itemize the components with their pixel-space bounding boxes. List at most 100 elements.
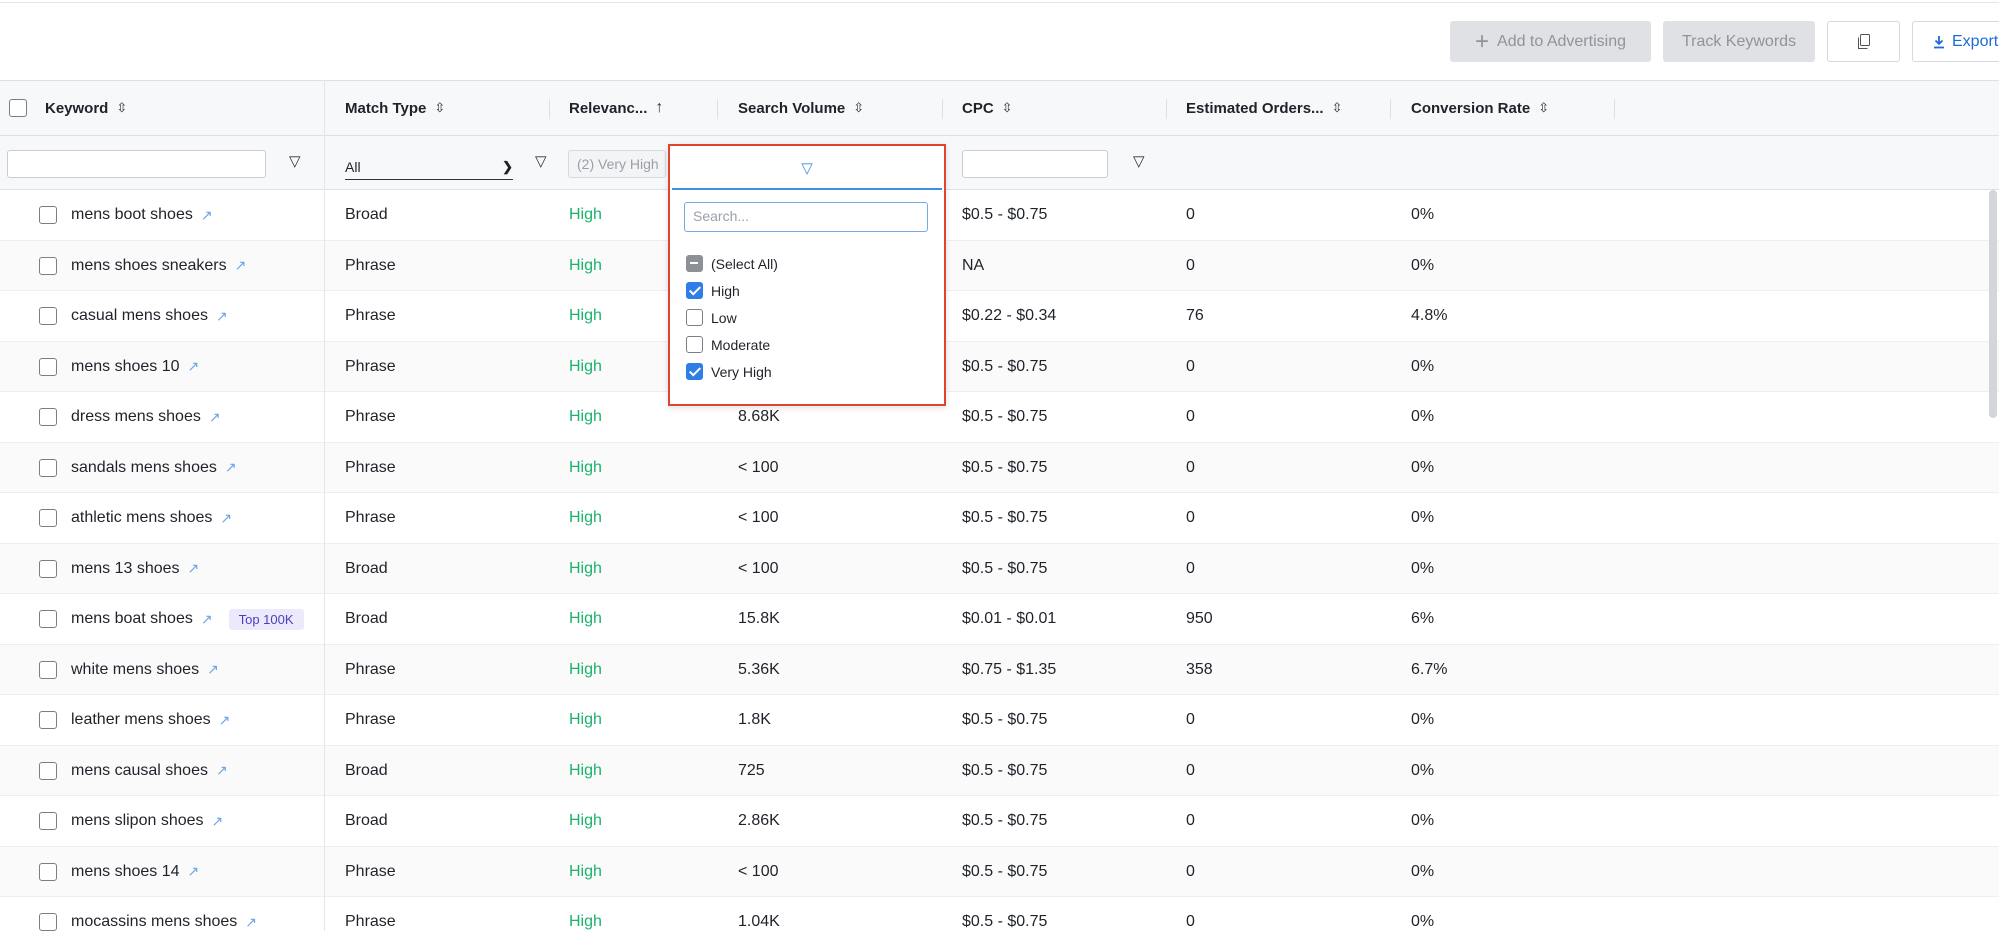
keyword-text[interactable]: mens 13 shoes xyxy=(71,560,180,578)
filter-option[interactable]: Very High xyxy=(686,358,778,385)
row-checkbox[interactable] xyxy=(39,761,57,780)
external-link-icon[interactable]: ↗ xyxy=(225,459,237,476)
select-all-checkbox[interactable] xyxy=(9,99,27,117)
row-checkbox[interactable] xyxy=(39,913,57,931)
keyword-text[interactable]: sandals mens shoes xyxy=(71,459,217,477)
option-checkbox[interactable] xyxy=(686,363,703,380)
add-to-advertising-button[interactable]: + Add to Advertising xyxy=(1450,21,1651,62)
keyword-text[interactable]: mens shoes 10 xyxy=(71,358,180,376)
keyword-filter-input[interactable] xyxy=(7,150,266,178)
option-checkbox[interactable] xyxy=(686,336,703,353)
external-link-icon[interactable]: ↗ xyxy=(219,712,231,729)
table-row[interactable]: sandals mens shoes ↗ Phrase High < 100 $0.5 -… xyxy=(0,442,1999,493)
table-row[interactable]: athletic mens shoes ↗ Phrase High < 100 $0.5 … xyxy=(0,493,1999,544)
external-link-icon[interactable]: ↗ xyxy=(201,207,213,224)
row-checkbox[interactable] xyxy=(39,610,57,628)
external-link-icon[interactable]: ↗ xyxy=(235,257,247,274)
table-row[interactable]: leather mens shoes ↗ Phrase High 1.8K $0.5 - … xyxy=(0,695,1999,746)
table-row[interactable]: casual mens shoes ↗ Phrase High $0.22 - $0.3… xyxy=(0,291,1999,342)
track-keywords-button[interactable]: Track Keywords xyxy=(1663,21,1815,62)
row-checkbox[interactable] xyxy=(39,660,57,679)
row-checkbox[interactable] xyxy=(39,206,57,224)
keyword-text[interactable]: mens shoes sneakers xyxy=(71,257,227,275)
keyword-text[interactable]: casual mens shoes xyxy=(71,307,208,325)
keyword-text[interactable]: mens boot shoes xyxy=(71,206,193,224)
filter-icon[interactable]: ▽ xyxy=(289,152,301,170)
external-link-icon[interactable]: ↗ xyxy=(216,762,228,779)
external-link-icon[interactable]: ↗ xyxy=(188,863,200,880)
header-cpc[interactable]: CPC ⇳ xyxy=(962,81,1013,135)
filter-icon[interactable]: ▽ xyxy=(535,152,547,170)
keyword-text[interactable]: mens causal shoes xyxy=(71,762,208,780)
header-search-volume[interactable]: Search Volume ⇳ xyxy=(738,81,864,135)
export-button[interactable]: Export xyxy=(1912,21,1999,62)
sort-icon[interactable]: ⇳ xyxy=(1332,100,1343,116)
match-type-cell: Phrase xyxy=(345,408,396,425)
row-checkbox[interactable] xyxy=(39,307,57,325)
external-link-icon[interactable]: ↗ xyxy=(216,308,228,325)
row-checkbox[interactable] xyxy=(39,862,57,881)
external-link-icon[interactable]: ↗ xyxy=(245,914,257,931)
row-checkbox[interactable] xyxy=(39,256,57,275)
external-link-icon[interactable]: ↗ xyxy=(209,409,221,426)
keyword-text[interactable]: leather mens shoes xyxy=(71,711,211,729)
keyword-text[interactable]: white mens shoes xyxy=(71,661,199,679)
row-checkbox[interactable] xyxy=(39,711,57,729)
table-row[interactable]: mens shoes sneakers ↗ Phrase High NA 0 0% xyxy=(0,240,1999,291)
keyword-text[interactable]: athletic mens shoes xyxy=(71,509,212,527)
external-link-icon[interactable]: ↗ xyxy=(188,560,200,577)
option-checkbox[interactable] xyxy=(686,255,703,272)
table-row[interactable]: mens slipon shoes ↗ Broad High 2.86K $0.5 - $… xyxy=(0,796,1999,847)
row-checkbox[interactable] xyxy=(39,357,57,376)
external-link-icon[interactable]: ↗ xyxy=(212,813,224,830)
sort-icon[interactable]: ⇳ xyxy=(1002,100,1013,116)
keyword-text[interactable]: mens boat shoes xyxy=(71,610,193,628)
copy-button[interactable] xyxy=(1827,21,1900,62)
sort-icon[interactable]: ⇳ xyxy=(116,100,127,116)
header-conversion-rate[interactable]: Conversion Rate ⇳ xyxy=(1411,81,1549,135)
filter-option[interactable]: (Select All) xyxy=(686,250,778,277)
vertical-scrollbar[interactable] xyxy=(1989,190,1997,418)
row-checkbox[interactable] xyxy=(39,812,57,830)
option-checkbox[interactable] xyxy=(686,309,703,326)
external-link-icon[interactable]: ↗ xyxy=(188,358,200,375)
row-checkbox[interactable] xyxy=(39,509,57,527)
option-checkbox[interactable] xyxy=(686,282,703,299)
filter-search-input[interactable]: Search... xyxy=(684,202,928,232)
table-row[interactable]: mocassins mens shoes ↗ Phrase High 1.04K $0.5… xyxy=(0,897,1999,931)
keyword-text[interactable]: mens shoes 14 xyxy=(71,863,180,881)
keyword-text[interactable]: mens slipon shoes xyxy=(71,812,204,830)
filter-option[interactable]: Moderate xyxy=(686,331,778,358)
table-row[interactable]: mens 13 shoes ↗ Broad High < 100 $0.5 - $0.75… xyxy=(0,543,1999,594)
sort-icon[interactable]: ⇳ xyxy=(853,100,864,116)
sort-icon[interactable]: ⇳ xyxy=(434,100,445,116)
row-checkbox[interactable] xyxy=(39,559,57,578)
keyword-text[interactable]: dress mens shoes xyxy=(71,408,201,426)
sort-ascending-icon[interactable]: ↑ xyxy=(655,99,663,117)
external-link-icon[interactable]: ↗ xyxy=(207,661,219,678)
table-row[interactable]: mens boat shoes ↗ Top 100K Broad High 15.8K $0… xyxy=(0,594,1999,645)
filter-option[interactable]: High xyxy=(686,277,778,304)
header-estimated-orders[interactable]: Estimated Orders... ⇳ xyxy=(1186,81,1342,135)
row-checkbox[interactable] xyxy=(39,458,57,477)
table-row[interactable]: mens boot shoes ↗ Broad High $0.5 - $0.75 0 0% xyxy=(0,190,1999,241)
match-type-select[interactable]: All ❯ xyxy=(345,154,513,180)
filter-icon[interactable]: ▽ xyxy=(1133,152,1145,170)
table-row[interactable]: white mens shoes ↗ Phrase High 5.36K $0.75 - … xyxy=(0,644,1999,695)
table-row[interactable]: mens shoes 14 ↗ Phrase High < 100 $0.5 - $0.7… xyxy=(0,846,1999,897)
external-link-icon[interactable]: ↗ xyxy=(201,611,213,628)
header-relevance[interactable]: Relevanc... ↑ xyxy=(569,81,663,135)
filter-tab[interactable]: ▽ xyxy=(672,148,942,190)
cpc-filter-input[interactable] xyxy=(962,150,1108,178)
table-row[interactable]: mens shoes 10 ↗ Phrase High $0.5 - $0.75 0 0% xyxy=(0,341,1999,392)
sort-icon[interactable]: ⇳ xyxy=(1538,100,1549,116)
filter-option[interactable]: Low xyxy=(686,304,778,331)
external-link-icon[interactable]: ↗ xyxy=(220,510,232,527)
header-keyword[interactable]: Keyword ⇳ xyxy=(9,81,127,135)
row-checkbox[interactable] xyxy=(39,408,57,426)
table-row[interactable]: mens causal shoes ↗ Broad High 725 $0.5 - $0.… xyxy=(0,745,1999,796)
header-match-type[interactable]: Match Type ⇳ xyxy=(345,81,445,135)
relevance-filter-input[interactable]: (2) Very High xyxy=(568,150,666,178)
keyword-text[interactable]: mocassins mens shoes xyxy=(71,913,237,931)
table-row[interactable]: dress mens shoes ↗ Phrase High 8.68K $0.5 - $… xyxy=(0,392,1999,443)
